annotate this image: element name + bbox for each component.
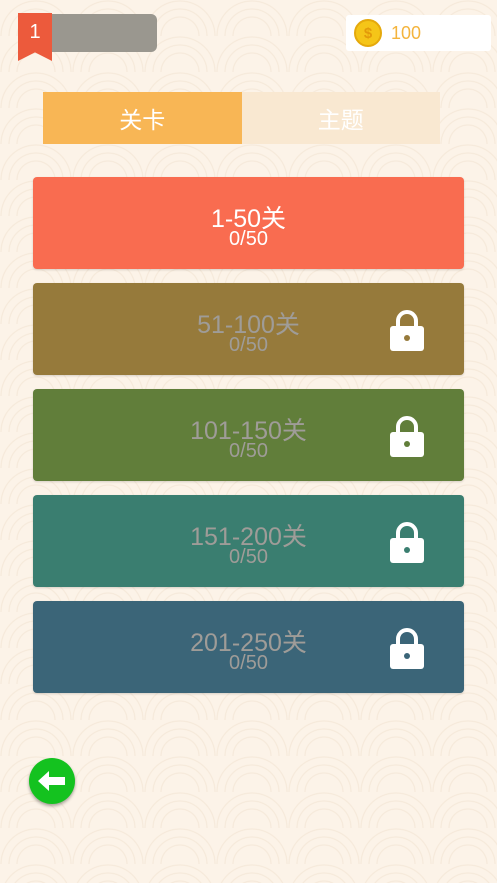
coin-icon: $ [354, 19, 382, 47]
level-pack-3[interactable]: 101-150关 0/50 [33, 389, 464, 481]
level-pack-1[interactable]: 1-50关 0/50 [33, 177, 464, 269]
level-list: 1-50关 0/50 51-100关 0/50 101-150关 0/50 15… [33, 177, 464, 707]
tab-levels[interactable]: 关卡 [43, 92, 242, 144]
category-tabs: 关卡 主题 [43, 92, 440, 144]
tab-themes-label: 主题 [317, 107, 364, 133]
level-pack-5[interactable]: 201-250关 0/50 [33, 601, 464, 693]
level-pack-progress: 0/50 [229, 228, 268, 250]
lock-icon [390, 310, 424, 351]
top-bar: 1 $ 100 [0, 0, 497, 70]
current-level: 1 [29, 21, 41, 43]
tab-themes[interactable]: 主题 [241, 92, 440, 144]
lock-icon [390, 628, 424, 669]
back-button[interactable] [29, 758, 75, 804]
coin-counter: $ 100 [346, 15, 491, 51]
level-pack-4[interactable]: 151-200关 0/50 [33, 495, 464, 587]
back-arrow-icon [38, 771, 65, 791]
level-progress-bar [50, 14, 157, 52]
lock-icon [390, 522, 424, 563]
coin-symbol: $ [363, 24, 373, 42]
coin-count: 100 [391, 22, 422, 43]
bookmark-icon: 1 [18, 13, 52, 61]
tab-levels-label: 关卡 [119, 107, 166, 133]
lock-icon [390, 416, 424, 457]
level-pack-2[interactable]: 51-100关 0/50 [33, 283, 464, 375]
